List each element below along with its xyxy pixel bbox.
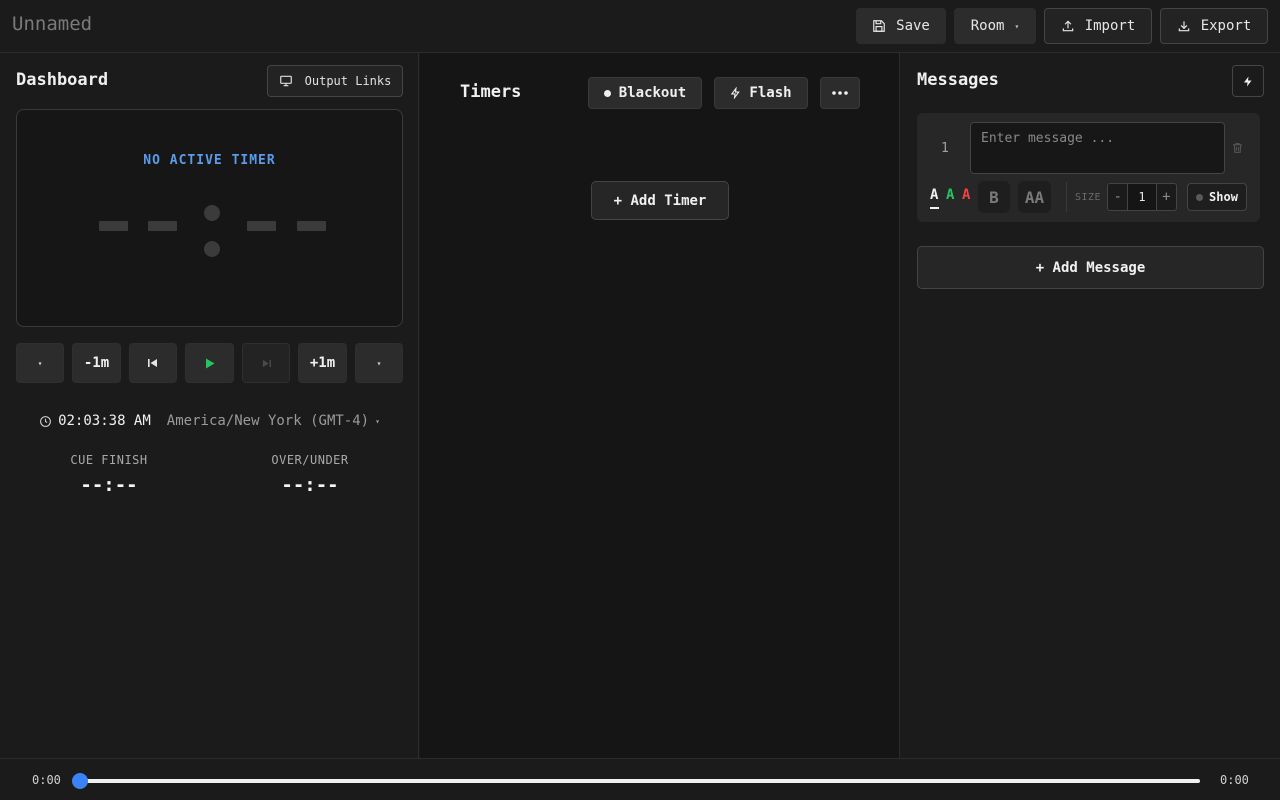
playback-scrubber-handle[interactable] <box>72 773 88 789</box>
size-increase-button[interactable]: + <box>1157 184 1176 210</box>
colon-dot <box>204 205 220 221</box>
flash-button[interactable]: Flash <box>714 77 808 109</box>
chevron-down-icon: ▾ <box>376 358 382 368</box>
export-label: Export <box>1200 18 1252 34</box>
plus-one-minute-button[interactable]: +1m <box>298 343 347 383</box>
project-name[interactable]: Unnamed <box>12 13 92 35</box>
clock-icon <box>40 415 51 427</box>
divider <box>1066 182 1067 212</box>
playback-current-time: 0:00 <box>32 773 61 787</box>
messages-panel: Messages 1 A A A B AA SIZE - 1 + Show + … <box>901 53 1280 758</box>
import-button[interactable]: Import <box>1044 8 1152 44</box>
text-color-green[interactable]: A <box>946 187 954 203</box>
timers-panel: Timers Blackout Flash + Add Timer <box>420 53 900 758</box>
speed-down-dropdown[interactable]: ▾ <box>16 343 64 383</box>
lightning-icon <box>731 87 741 99</box>
timezone-select[interactable]: America/New York (GMT-4) <box>167 413 369 429</box>
upload-icon <box>1062 20 1073 32</box>
monitor-icon <box>279 75 292 87</box>
skip-back-icon <box>148 359 157 367</box>
timers-title: Timers <box>460 82 522 102</box>
dashboard-title: Dashboard <box>16 70 109 90</box>
save-button[interactable]: Save <box>856 8 946 44</box>
blackout-button[interactable]: Blackout <box>588 77 702 109</box>
timer-preview: NO ACTIVE TIMER <box>16 109 403 327</box>
size-stepper: - 1 + <box>1107 183 1177 211</box>
top-bar: Unnamed Save Room ▾ Import Export <box>0 0 1280 53</box>
add-message-button[interactable]: + Add Message <box>917 246 1264 289</box>
previous-button[interactable] <box>129 343 177 383</box>
room-label: Room <box>970 18 1005 34</box>
message-item: 1 A A A B AA SIZE - 1 + Show <box>917 113 1260 222</box>
playback-bar: 0:00 0:00 <box>0 758 1280 800</box>
status-dot-icon <box>1196 193 1204 201</box>
more-options-button[interactable] <box>820 77 860 109</box>
cue-finish-label: CUE FINISH <box>70 453 148 467</box>
messages-title: Messages <box>917 70 999 90</box>
timer-status-text: NO ACTIVE TIMER <box>143 153 276 168</box>
size-value[interactable]: 1 <box>1127 184 1157 210</box>
current-time: 02:03:38 AM <box>58 413 151 429</box>
play-icon <box>205 358 214 368</box>
selected-color-indicator <box>930 207 939 209</box>
size-label: SIZE <box>1075 192 1102 203</box>
text-color-red[interactable]: A <box>962 187 970 203</box>
chevron-down-icon: ▾ <box>37 358 43 368</box>
bold-toggle[interactable]: B <box>978 181 1010 213</box>
playback-track[interactable] <box>80 779 1200 783</box>
plus-one-label: +1m <box>309 355 336 371</box>
more-horizontal-icon <box>832 91 848 95</box>
text-color-white[interactable]: A <box>930 187 938 203</box>
skip-forward-icon <box>262 359 271 367</box>
digit-placeholder <box>247 221 276 231</box>
save-icon <box>873 20 885 32</box>
minus-one-minute-button[interactable]: -1m <box>72 343 121 383</box>
digit-placeholder <box>148 221 177 231</box>
uppercase-toggle[interactable]: AA <box>1018 181 1051 213</box>
show-label: Show <box>1209 190 1238 204</box>
minus-one-label: -1m <box>83 355 110 371</box>
message-input[interactable] <box>970 122 1225 174</box>
output-links-label: Output Links <box>304 74 392 88</box>
blackout-label: Blackout <box>618 85 687 101</box>
digit-placeholder <box>297 221 326 231</box>
colon-dot <box>204 241 220 257</box>
size-decrease-button[interactable]: - <box>1108 184 1127 210</box>
cue-finish-value: --:-- <box>80 474 138 496</box>
play-button[interactable] <box>185 343 234 383</box>
clock-row: 02:03:38 AM America/New York (GMT-4) ▾ <box>0 413 419 429</box>
show-message-button[interactable]: Show <box>1187 183 1247 211</box>
over-under-value: --:-- <box>281 474 339 496</box>
export-button[interactable]: Export <box>1160 8 1268 44</box>
add-timer-button[interactable]: + Add Timer <box>591 181 729 220</box>
chevron-down-icon: ▾ <box>1014 21 1020 31</box>
save-label: Save <box>896 18 930 34</box>
speed-up-dropdown[interactable]: ▾ <box>355 343 403 383</box>
circle-icon <box>603 89 611 97</box>
flash-label: Flash <box>749 85 792 101</box>
quick-messages-button[interactable] <box>1232 65 1264 97</box>
import-label: Import <box>1084 18 1136 34</box>
trash-icon[interactable] <box>1231 141 1244 155</box>
room-dropdown[interactable]: Room ▾ <box>954 8 1036 44</box>
download-icon <box>1178 21 1189 32</box>
dashboard-panel: Dashboard Output Links NO ACTIVE TIMER ▾… <box>0 53 419 758</box>
over-under-label: OVER/UNDER <box>271 453 349 467</box>
next-button[interactable] <box>242 343 290 383</box>
digit-placeholder <box>99 221 128 231</box>
chevron-down-icon: ▾ <box>375 416 380 426</box>
output-links-button[interactable]: Output Links <box>267 65 403 97</box>
message-index: 1 <box>941 141 949 156</box>
lightning-icon <box>1244 76 1252 86</box>
playback-total-time: 0:00 <box>1220 773 1249 787</box>
